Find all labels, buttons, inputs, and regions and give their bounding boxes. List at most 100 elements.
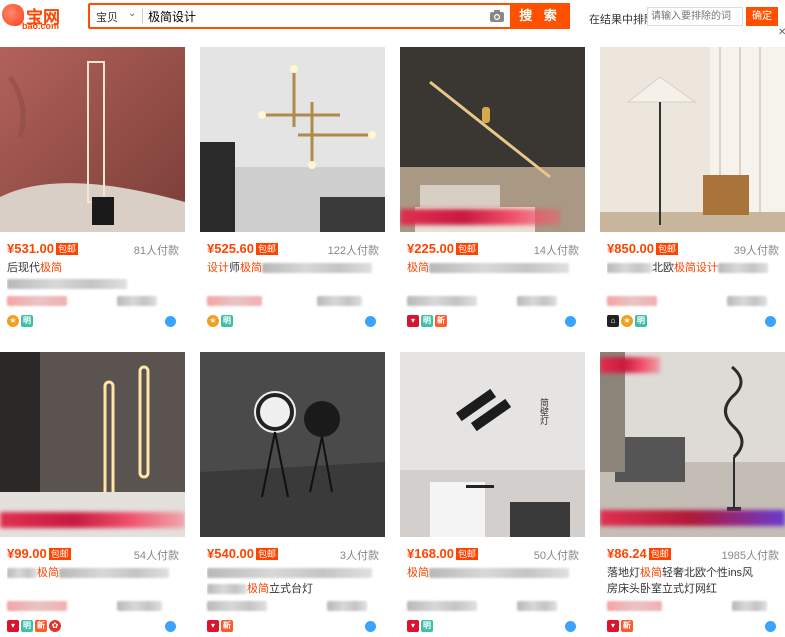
site-logo[interactable]: 宝网 bao.com	[0, 2, 80, 32]
chat-icon[interactable]	[565, 621, 576, 632]
product-title[interactable]: 极简	[407, 565, 579, 597]
product-image[interactable]	[200, 47, 385, 232]
tmall-icon: ▾	[607, 620, 619, 632]
exclude-label: 在结果中排除	[589, 14, 655, 26]
search-input[interactable]	[148, 6, 478, 26]
product-image[interactable]	[600, 47, 785, 232]
price: ¥99.00	[7, 546, 47, 561]
shop-info	[407, 598, 579, 611]
close-icon[interactable]: ✕	[778, 27, 785, 38]
title-highlight-2: 极简	[240, 262, 262, 274]
shop-info	[607, 293, 779, 306]
chevron-down-icon[interactable]: ⌄	[128, 8, 136, 19]
flower-icon: ✿	[49, 620, 61, 632]
sold-count: 54人付款	[133, 550, 179, 562]
free-shipping-tag: 包邮	[648, 548, 671, 560]
product-card[interactable]: ¥86.24 包邮 1985人付款 落地灯极简轻奢北欧个性ins风 房床头卧室立式灯…	[600, 352, 785, 637]
tmall-icon: ▾	[407, 620, 419, 632]
gold-seller-icon: ★	[207, 315, 219, 327]
chat-icon[interactable]	[165, 316, 176, 327]
badges: ▾ 新	[207, 620, 235, 634]
free-shipping-tag: 包邮	[256, 243, 279, 255]
title-highlight: 极简	[40, 262, 62, 274]
search-scope-select[interactable]: 宝贝	[96, 9, 118, 25]
new-badge: 新	[435, 315, 447, 327]
price: ¥850.00	[607, 241, 654, 256]
title-highlight: 极简	[37, 567, 59, 579]
product-title[interactable]: 极简	[407, 260, 579, 292]
badges: ▾ 明新	[407, 315, 449, 329]
title-text: 师	[229, 262, 240, 274]
search-bar: 宝贝 ⌄ 搜 索	[88, 3, 570, 29]
image-caption: 简壁灯	[539, 398, 549, 425]
product-image[interactable]	[600, 352, 785, 537]
logo-mark-icon	[2, 4, 24, 26]
product-title[interactable]: 落地灯极简轻奢北欧个性ins风 房床头卧室立式灯网红	[607, 565, 779, 597]
product-image[interactable]: 简壁灯	[400, 352, 585, 537]
product-image[interactable]	[200, 352, 385, 537]
new-badge: 新	[35, 620, 47, 632]
sold-count: 14人付款	[533, 245, 579, 257]
title-highlight: 极简	[407, 567, 429, 579]
gold-seller-icon: ★	[7, 315, 19, 327]
title-highlight: 极简	[640, 567, 662, 579]
exclude-input[interactable]	[647, 7, 743, 26]
tmall-icon: ▾	[207, 620, 219, 632]
title-text: 后现代	[7, 262, 40, 274]
chat-icon[interactable]	[165, 621, 176, 632]
product-title[interactable]: 后现代极简	[7, 260, 179, 292]
price-row: ¥850.00 包邮 39人付款	[607, 241, 779, 257]
camera-icon[interactable]	[488, 7, 506, 25]
product-title[interactable]: 设计师极简	[207, 260, 379, 292]
chat-icon[interactable]	[765, 621, 776, 632]
shop-info	[407, 293, 579, 306]
exclude-confirm-button[interactable]: 确定	[746, 7, 778, 26]
mark-badge: 明	[21, 620, 33, 632]
logo-subtitle: bao.com	[22, 21, 60, 31]
title-highlight: 极简	[407, 262, 429, 274]
product-card[interactable]: ¥540.00 包邮 3人付款 极简立式台灯 ▾ 新	[200, 352, 385, 637]
product-image[interactable]	[400, 47, 585, 232]
title-text-2: 轻奢北欧个性ins风	[662, 567, 754, 579]
product-card[interactable]: ¥850.00 包邮 39人付款 北欧极简设计 ⌂ ★ 明	[600, 47, 785, 332]
sold-count: 81人付款	[133, 245, 179, 257]
free-shipping-tag: 包邮	[456, 243, 479, 255]
shop-info	[7, 598, 179, 611]
shop-info	[7, 293, 179, 306]
product-title[interactable]: 极简	[7, 565, 179, 597]
chat-icon[interactable]	[365, 621, 376, 632]
price: ¥540.00	[207, 546, 254, 561]
search-divider	[142, 9, 143, 23]
product-title[interactable]: 极简立式台灯	[207, 565, 379, 597]
sold-count: 50人付款	[533, 550, 579, 562]
chat-icon[interactable]	[765, 316, 776, 327]
title-text: 落地灯	[607, 567, 640, 579]
badges: ⌂ ★ 明	[607, 315, 649, 329]
title-highlight: 极简	[247, 583, 269, 595]
product-image[interactable]	[0, 352, 185, 537]
price-row: ¥525.60 包邮 122人付款	[207, 241, 379, 257]
title-text: 立式台灯	[269, 583, 313, 595]
new-badge: 新	[221, 620, 233, 632]
product-card[interactable]: 简壁灯 ¥168.00 包邮 50人付款 极简 ▾ 明	[400, 352, 585, 637]
search-button[interactable]: 搜 索	[510, 3, 570, 29]
product-card[interactable]: ¥225.00 包邮 14人付款 极简 ▾ 明新	[400, 47, 585, 332]
product-card[interactable]: ¥525.60 包邮 122人付款 设计师极简 ★ 明	[200, 47, 385, 332]
price: ¥225.00	[407, 241, 454, 256]
chat-icon[interactable]	[365, 316, 376, 327]
chat-icon[interactable]	[565, 316, 576, 327]
price-row: ¥168.00 包邮 50人付款	[407, 546, 579, 562]
price: ¥525.60	[207, 241, 254, 256]
mark-badge: 明	[221, 315, 233, 327]
product-card[interactable]: ¥531.00 包邮 81人付款 后现代极简 ★ 明	[0, 47, 185, 332]
product-card[interactable]: ¥99.00 包邮 54人付款 极简 ▾ 明新 ✿	[0, 352, 185, 637]
product-title[interactable]: 北欧极简设计	[607, 260, 779, 292]
shop-info	[607, 598, 779, 611]
free-shipping-tag: 包邮	[48, 548, 71, 560]
shop-info	[207, 598, 379, 611]
price: ¥86.24	[607, 546, 647, 561]
product-image[interactable]	[0, 47, 185, 232]
badges: ★ 明	[7, 315, 35, 329]
free-shipping-tag: 包邮	[456, 548, 479, 560]
tmall-icon: ▾	[7, 620, 19, 632]
